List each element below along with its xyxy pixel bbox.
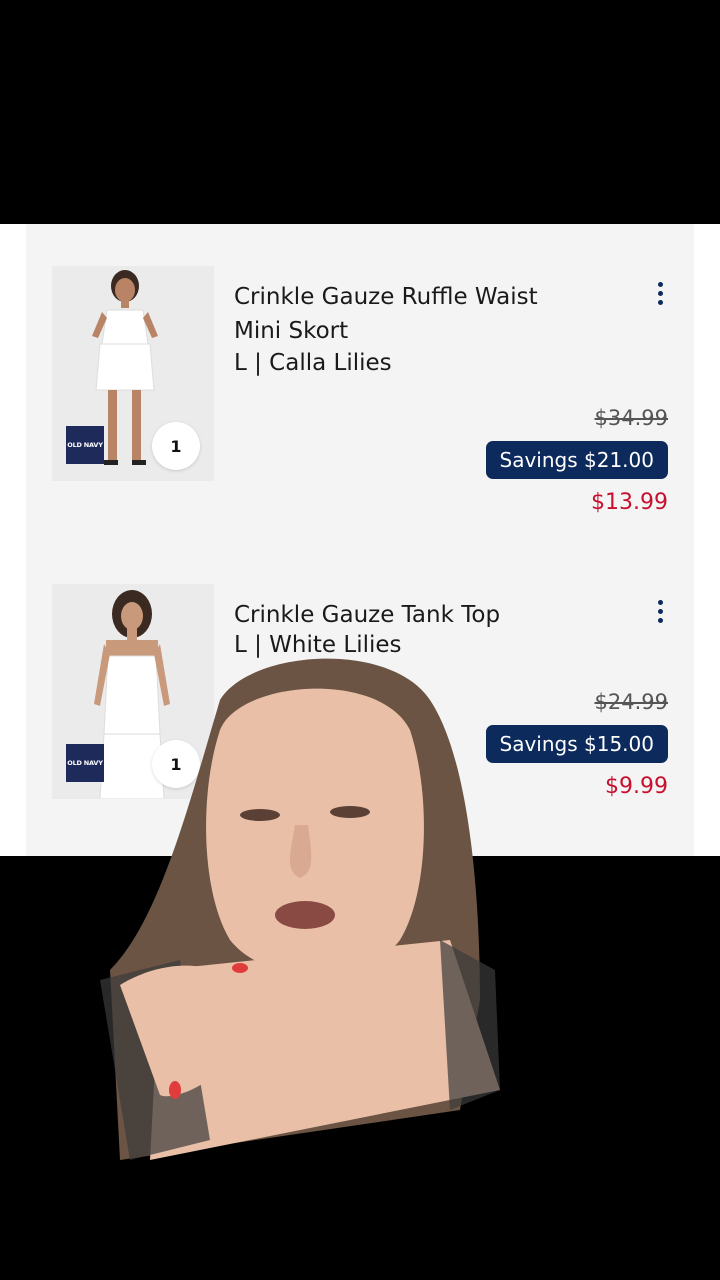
product-variant: L | Calla Lilies	[234, 350, 392, 376]
brand-logo: OLD NAVY	[66, 744, 104, 782]
sale-price: $9.99	[605, 774, 668, 799]
quantity-badge[interactable]: 1	[152, 422, 200, 470]
savings-badge: Savings $15.00	[485, 725, 668, 763]
product-title-line-2: Mini Skort	[234, 318, 349, 344]
product-title-line-1: Crinkle Gauze Ruffle Waist	[234, 284, 538, 310]
cart-item: OLD NAVY 1 Crinkle Gauze Ruffle Waist Mi…	[26, 266, 694, 526]
product-title-line-1: Crinkle Gauze Tank Top	[234, 602, 501, 628]
original-price: $34.99	[594, 406, 668, 430]
product-image[interactable]: OLD NAVY 1	[52, 266, 214, 481]
person-video-overlay	[100, 658, 500, 1160]
original-price: $24.99	[594, 690, 668, 714]
more-options-icon[interactable]	[650, 596, 670, 626]
more-options-icon[interactable]	[650, 278, 670, 308]
product-title[interactable]: Crinkle Gauze Ruffle Waist Mini Skort	[234, 280, 594, 348]
sale-price: $13.99	[591, 490, 668, 515]
product-title[interactable]: Crinkle Gauze Tank Top	[234, 598, 594, 632]
savings-badge: Savings $21.00	[485, 441, 668, 479]
brand-logo: OLD NAVY	[66, 426, 104, 464]
